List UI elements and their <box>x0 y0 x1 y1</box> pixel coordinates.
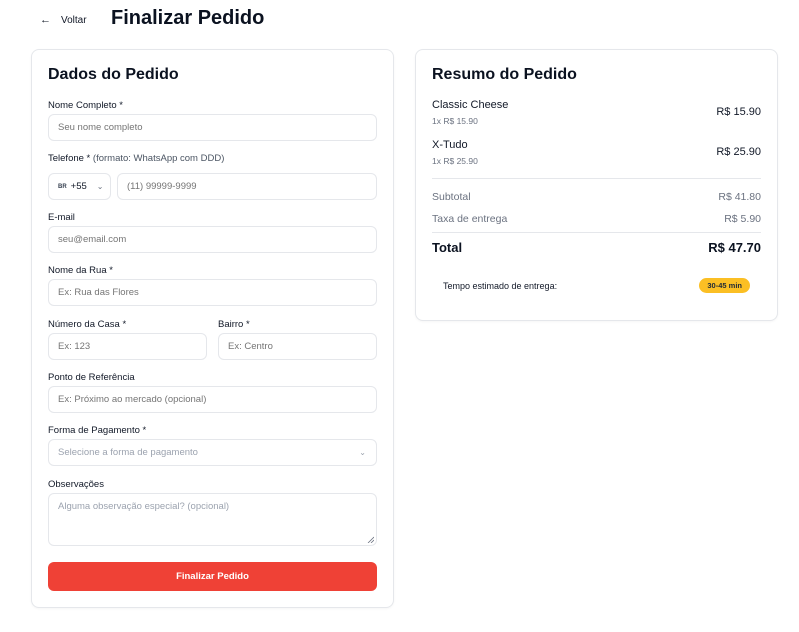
order-form-card: Dados do Pedido Nome Completo * Telefone… <box>31 49 394 608</box>
form-title: Dados do Pedido <box>48 66 179 83</box>
back-button[interactable]: ← Voltar <box>40 14 87 26</box>
street-input[interactable] <box>48 279 377 306</box>
item-detail: 1x R$ 15.90 <box>432 116 478 126</box>
arrow-left-icon: ← <box>40 14 51 26</box>
item-price: R$ 25.90 <box>716 146 761 158</box>
email-label: E-mail <box>48 212 75 223</box>
country-code: +55 <box>70 181 87 192</box>
delivery-fee-value: R$ 5.90 <box>724 213 761 225</box>
chevron-down-icon: ⌄ <box>96 182 104 191</box>
subtotal-value: R$ 41.80 <box>718 191 761 203</box>
item-detail: 1x R$ 25.90 <box>432 156 478 166</box>
chevron-down-icon: ⌄ <box>359 448 366 457</box>
number-label: Número da Casa * <box>48 319 127 330</box>
divider <box>432 232 761 233</box>
top-bar: ← Voltar <box>40 8 87 32</box>
notes-textarea[interactable]: Alguma observação especial? (opcional) <box>48 493 377 546</box>
name-input[interactable] <box>48 114 377 141</box>
total-value: R$ 47.70 <box>708 240 761 255</box>
notes-label: Observações <box>48 479 104 490</box>
district-input[interactable] <box>218 333 377 360</box>
item-price: R$ 15.90 <box>716 106 761 118</box>
payment-label: Forma de Pagamento * <box>48 425 147 436</box>
back-label: Voltar <box>61 14 87 26</box>
total-label: Total <box>432 240 463 255</box>
eta-badge: 30-45 min <box>699 278 750 293</box>
subtotal-label: Subtotal <box>432 191 471 203</box>
page-title: Finalizar Pedido <box>111 7 265 29</box>
item-name: Classic Cheese <box>432 99 509 111</box>
payment-selected: Selecione a forma de pagamento <box>58 447 198 458</box>
item-name: X-Tudo <box>432 139 468 151</box>
summary-title: Resumo do Pedido <box>432 66 577 83</box>
name-label: Nome Completo * <box>48 100 123 111</box>
phone-label-text: Telefone * <box>48 153 91 164</box>
district-label: Bairro * <box>218 319 250 330</box>
number-input[interactable] <box>48 333 207 360</box>
phone-input[interactable] <box>117 173 377 200</box>
reference-input[interactable] <box>48 386 377 413</box>
order-summary-card: Resumo do Pedido Classic Cheese 1x R$ 15… <box>415 49 778 321</box>
submit-order-button[interactable]: Finalizar Pedido <box>48 562 377 591</box>
eta-label: Tempo estimado de entrega: <box>443 281 558 291</box>
resize-handle-icon[interactable] <box>367 536 374 543</box>
street-label: Nome da Rua * <box>48 265 113 276</box>
divider <box>432 178 761 179</box>
notes-placeholder: Alguma observação especial? (opcional) <box>58 501 230 512</box>
email-input[interactable] <box>48 226 377 253</box>
phone-hint: (formato: WhatsApp com DDD) <box>92 153 225 164</box>
country-code-select[interactable]: BR +55 ⌄ <box>48 173 111 200</box>
reference-label: Ponto de Referência <box>48 372 135 383</box>
phone-label: Telefone * (formato: WhatsApp com DDD) <box>48 153 224 164</box>
payment-select[interactable]: Selecione a forma de pagamento ⌄ <box>48 439 377 466</box>
flag-br-icon: BR <box>58 183 67 190</box>
delivery-fee-label: Taxa de entrega <box>432 213 508 225</box>
